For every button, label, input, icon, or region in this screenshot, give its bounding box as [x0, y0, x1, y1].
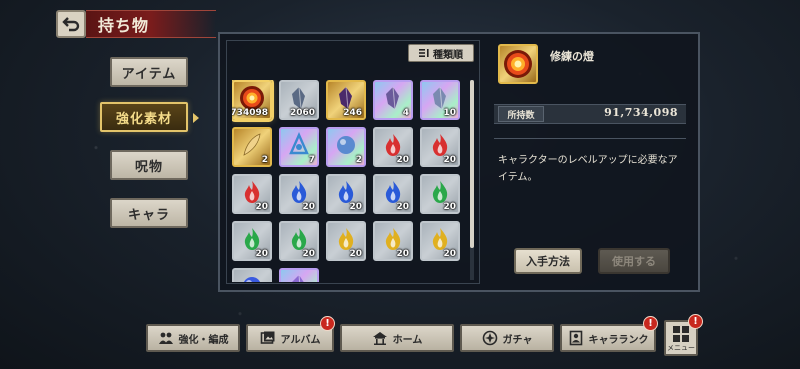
item-quantity: 10 — [443, 108, 456, 118]
item-slot[interactable]: 20 — [326, 221, 366, 261]
nav-enhance-formation-button[interactable]: 強化・編成 — [146, 324, 240, 352]
item-grid: 917340982060246410272 20 20 20 20 20 20 … — [232, 80, 468, 282]
item-quantity: 20 — [255, 249, 268, 259]
item-quantity: 2060 — [289, 108, 315, 118]
acquire-method-button[interactable]: 入手方法 — [514, 248, 582, 274]
sort-button[interactable]: 種類順 — [408, 44, 474, 62]
item-quantity: 20 — [443, 202, 456, 212]
item-quantity: 4 — [402, 108, 409, 118]
item-quantity: 20 — [443, 249, 456, 259]
item-slot[interactable]: 20 — [326, 174, 366, 214]
nav-album-label: アルバム — [280, 334, 321, 346]
item-quantity: 20 — [349, 202, 362, 212]
item-slot[interactable]: 2 — [232, 127, 272, 167]
blue-orb-icon — [243, 277, 261, 282]
flame-orb-icon — [504, 50, 532, 78]
sort-label: 種類順 — [433, 49, 463, 61]
category-cursed-object-button[interactable]: 呪物 — [110, 150, 188, 180]
item-quantity: 20 — [396, 202, 409, 212]
item-quantity: 91734098 — [232, 108, 268, 118]
menu-grid-icon — [673, 326, 689, 342]
item-quantity: 20 — [443, 155, 456, 165]
back-arrow-icon — [62, 17, 80, 32]
item-quantity: 20 — [349, 249, 362, 259]
item-slot[interactable]: 20 — [420, 127, 460, 167]
album-alert-badge: ! — [320, 316, 335, 331]
item-slot[interactable]: 246 — [326, 80, 366, 120]
item-quantity: 2 — [355, 155, 362, 165]
item-slot[interactable]: 20 — [279, 174, 319, 214]
use-button[interactable]: 使用する — [598, 248, 670, 274]
item-quantity: 20 — [255, 202, 268, 212]
page-title: 持ち物 — [86, 10, 216, 38]
detail-divider — [494, 138, 686, 139]
character-rank-icon — [569, 330, 582, 346]
item-slot[interactable]: 10 — [420, 80, 460, 120]
album-icon — [260, 331, 275, 344]
sort-icon — [419, 49, 429, 57]
item-description: キャラクターのレベルアップに必要なアイテム。 — [498, 155, 678, 183]
item-slot[interactable]: 20 — [232, 221, 272, 261]
owned-label: 所持数 — [498, 106, 544, 122]
item-slot[interactable]: 20 — [279, 221, 319, 261]
detail-item-name: 修練の燈 — [550, 50, 594, 63]
nav-character-rank-button[interactable]: キャラランク — [560, 324, 656, 352]
item-slot[interactable]: 2060 — [279, 80, 319, 120]
item-slot[interactable]: 20 — [373, 221, 413, 261]
back-button[interactable] — [56, 10, 86, 38]
item-quantity: 2 — [261, 155, 268, 165]
item-quantity: 20 — [302, 249, 315, 259]
item-slot[interactable] — [279, 268, 319, 282]
nav-enhance-formation-label: 強化・編成 — [178, 334, 229, 346]
item-slot[interactable]: 20 — [232, 174, 272, 214]
gacha-icon — [482, 330, 497, 346]
item-slot[interactable]: 20 — [420, 221, 460, 261]
item-slot[interactable]: 4 — [373, 80, 413, 120]
nav-character-rank-label: キャラランク — [588, 334, 649, 346]
item-slot[interactable]: 91734098 — [232, 80, 272, 120]
item-quantity: 20 — [396, 155, 409, 165]
item-slot[interactable]: 2 — [326, 127, 366, 167]
category-item-button[interactable]: アイテム — [110, 57, 188, 87]
item-slot[interactable]: 20 — [420, 174, 460, 214]
menu-alert-badge: ! — [688, 314, 703, 329]
item-quantity: 7 — [308, 155, 315, 165]
nav-home-button[interactable]: ホーム — [340, 324, 454, 352]
people-icon — [158, 332, 173, 344]
nav-gacha-label: ガチャ — [502, 334, 533, 346]
holo-item-icon — [292, 274, 304, 282]
active-category-arrow-icon — [193, 113, 199, 123]
nav-gacha-button[interactable]: ガチャ — [460, 324, 554, 352]
character-rank-alert-badge: ! — [643, 316, 658, 331]
home-icon — [372, 332, 387, 345]
item-quantity: 246 — [343, 108, 362, 118]
detail-item-icon — [498, 44, 538, 84]
item-slot[interactable]: 20 — [373, 174, 413, 214]
nav-home-label: ホーム — [392, 334, 423, 346]
category-character-button[interactable]: キャラ — [110, 198, 188, 228]
item-quantity: 20 — [302, 202, 315, 212]
item-slot[interactable]: 20 — [373, 127, 413, 167]
owned-value: 91,734,098 — [604, 106, 678, 119]
category-material-button[interactable]: 強化素材 — [100, 102, 188, 132]
item-slot[interactable]: 7 — [279, 127, 319, 167]
grid-scrollbar-thumb[interactable] — [470, 80, 474, 248]
item-quantity: 20 — [396, 249, 409, 259]
item-slot[interactable] — [232, 268, 272, 282]
menu-label: メニュー — [667, 344, 695, 352]
